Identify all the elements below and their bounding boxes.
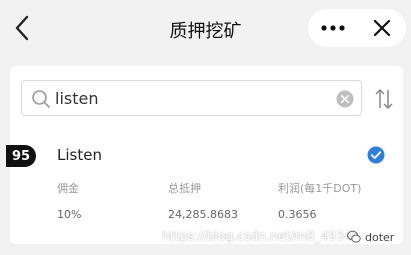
validator-card: 95 Listen 佣金 总抵押 利润(每1千DOT) 10% 24,285.8… (6, 66, 403, 244)
rank-badge: 95 (6, 145, 36, 167)
wechat-logo-icon (347, 230, 361, 243)
search-box (21, 80, 362, 116)
more-dots-icon (320, 25, 345, 31)
close-button[interactable] (357, 9, 406, 47)
commission-value: 10% (57, 208, 82, 221)
top-navbar: 质押挖矿 (0, 0, 411, 60)
close-icon (373, 19, 390, 37)
watermark-url: https://blog.csdn.net/m0_49346 (162, 229, 360, 243)
watermark-brand: doter (365, 231, 395, 244)
commission-label: 佣金 (57, 182, 79, 195)
clear-search-icon[interactable] (336, 90, 354, 108)
validator-name[interactable]: Listen (57, 146, 102, 164)
more-button[interactable] (308, 9, 357, 47)
check-circle-icon[interactable] (367, 146, 385, 164)
sort-icon[interactable] (374, 88, 394, 110)
profit-label: 利润(每1千DOT) (278, 182, 362, 195)
page: 质押挖矿 listen 95 Listen 佣金 总抵押 利润(每1千DOT) … (0, 0, 411, 255)
search-icon (32, 90, 50, 108)
search-input[interactable] (55, 85, 315, 111)
total-stake-label: 总抵押 (168, 182, 201, 195)
total-stake-value: 24,285.8683 (168, 208, 238, 221)
profit-value: 0.3656 (278, 208, 317, 221)
mini-program-capsule (308, 9, 406, 47)
